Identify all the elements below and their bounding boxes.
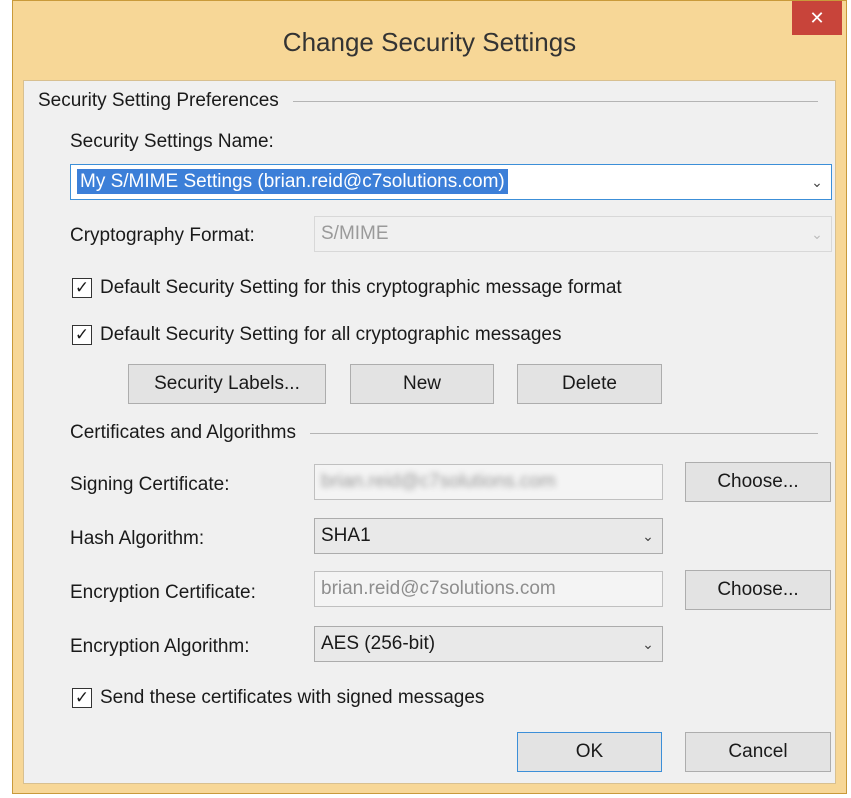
dialog-title: Change Security Settings — [282, 27, 577, 57]
dialog-window: Change Security Settings ✕ Security Sett… — [12, 0, 847, 794]
chevron-down-icon: ⌄ — [811, 173, 823, 190]
signing-certificate-field: brian.reid@c7solutions.com — [314, 464, 663, 500]
new-button[interactable]: New — [350, 364, 494, 404]
default-format-label: Default Security Setting for this crypto… — [100, 277, 622, 298]
check-icon: ✓ — [74, 688, 90, 707]
hash-algorithm-value: SHA1 — [321, 525, 371, 546]
security-settings-name-label: Security Settings Name: — [70, 131, 274, 152]
encryption-algorithm-value: AES (256-bit) — [321, 633, 436, 654]
encryption-algorithm-combo[interactable]: AES (256-bit) ⌄ — [314, 626, 663, 662]
send-certificates-label: Send these certificates with signed mess… — [100, 687, 485, 708]
encryption-choose-button[interactable]: Choose... — [685, 570, 831, 610]
signing-certificate-label: Signing Certificate: — [70, 474, 230, 495]
cryptography-format-label: Cryptography Format: — [70, 225, 255, 246]
cancel-button[interactable]: Cancel — [685, 732, 831, 772]
group-title-certificates: Certificates and Algorithms — [70, 422, 310, 444]
chevron-down-icon: ⌄ — [642, 635, 654, 652]
default-format-checkbox[interactable]: ✓ — [72, 278, 92, 298]
encryption-certificate-field: brian.reid@c7solutions.com — [314, 571, 663, 607]
signing-certificate-value: brian.reid@c7solutions.com — [321, 471, 556, 492]
chevron-down-icon: ⌄ — [811, 225, 823, 242]
title-bar: Change Security Settings ✕ — [13, 1, 846, 79]
encryption-certificate-value: brian.reid@c7solutions.com — [321, 578, 556, 599]
cryptography-format-value: S/MIME — [321, 223, 389, 244]
encryption-certificate-label: Encryption Certificate: — [70, 582, 256, 603]
default-all-checkbox[interactable]: ✓ — [72, 325, 92, 345]
chevron-down-icon: ⌄ — [642, 527, 654, 544]
hash-algorithm-combo[interactable]: SHA1 ⌄ — [314, 518, 663, 554]
ok-button[interactable]: OK — [517, 732, 662, 772]
default-all-label: Default Security Setting for all cryptog… — [100, 324, 562, 345]
send-certificates-checkbox[interactable]: ✓ — [72, 688, 92, 708]
signing-choose-button[interactable]: Choose... — [685, 462, 831, 502]
encryption-algorithm-label: Encryption Algorithm: — [70, 636, 250, 657]
close-button[interactable]: ✕ — [792, 1, 842, 35]
security-settings-name-combo[interactable]: My S/MIME Settings (brian.reid@c7solutio… — [70, 164, 832, 200]
security-settings-name-value: My S/MIME Settings (brian.reid@c7solutio… — [77, 169, 508, 194]
close-icon: ✕ — [809, 7, 825, 28]
check-icon: ✓ — [74, 278, 90, 297]
delete-button[interactable]: Delete — [517, 364, 662, 404]
group-title-preferences: Security Setting Preferences — [38, 90, 293, 112]
dialog-body: Security Setting Preferences Security Se… — [23, 80, 836, 784]
cryptography-format-combo: S/MIME ⌄ — [314, 216, 832, 252]
hash-algorithm-label: Hash Algorithm: — [70, 528, 205, 549]
check-icon: ✓ — [74, 325, 90, 344]
security-labels-button[interactable]: Security Labels... — [128, 364, 326, 404]
